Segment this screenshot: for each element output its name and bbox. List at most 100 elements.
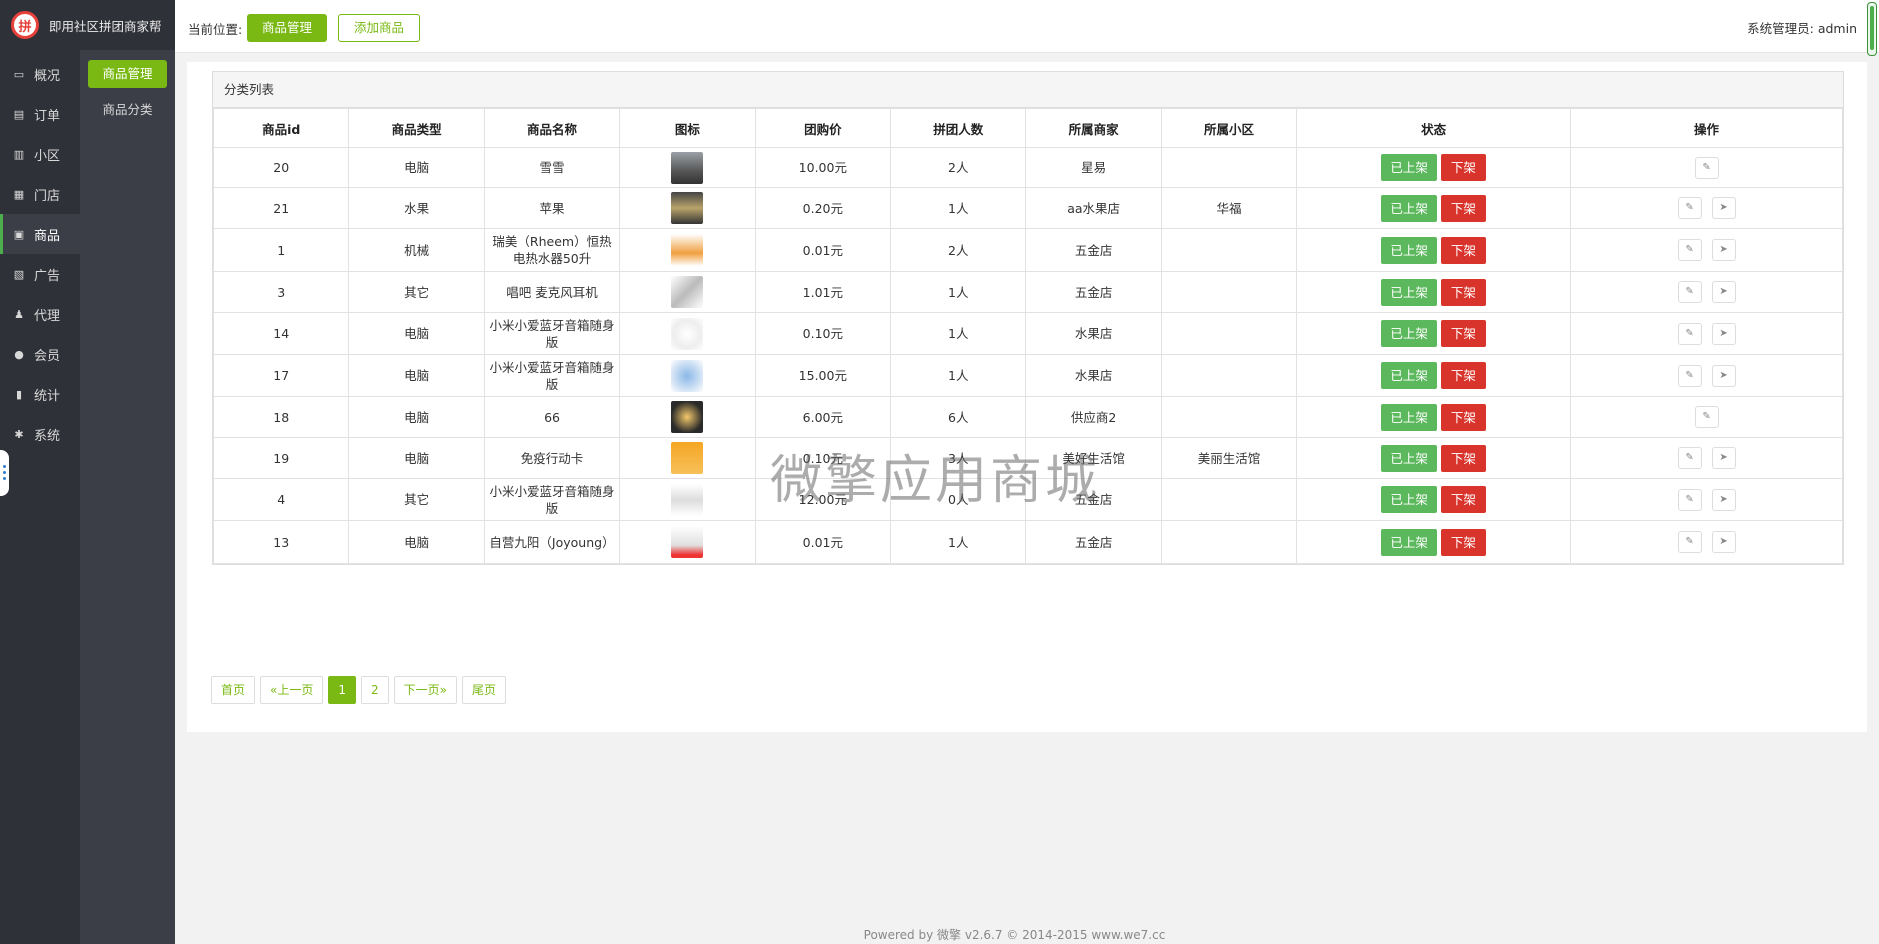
nav-item-5[interactable]: ▧ 广告: [0, 254, 80, 294]
cell-status: 已上架 下架: [1296, 147, 1572, 188]
rocket-icon[interactable]: ➤: [1711, 364, 1736, 387]
edit-icon[interactable]: ✎: [1694, 406, 1719, 428]
rocket-icon[interactable]: ➤: [1711, 239, 1736, 261]
listed-button[interactable]: 已上架: [1381, 528, 1437, 556]
category-list-panel: 分类列表 商品id 商品类型 商品名称 图标 团购价 拼团人数 所属商家 所属小区 状态 操作 2…: [212, 71, 1844, 565]
page-link[interactable]: 2: [361, 676, 389, 704]
edit-icon[interactable]: ✎: [1677, 531, 1702, 553]
cell-icon: [619, 354, 756, 397]
cell-type: 电脑: [348, 437, 485, 479]
rocket-icon[interactable]: ➤: [1711, 197, 1736, 219]
subnav-product-category[interactable]: 商品分类: [88, 96, 167, 124]
cell-community: [1160, 312, 1298, 355]
product-thumbnail: [671, 483, 704, 516]
edit-icon[interactable]: ✎: [1677, 197, 1702, 219]
rocket-icon[interactable]: ➤: [1711, 322, 1736, 345]
nav-item-8[interactable]: ▮ 统计: [0, 374, 80, 414]
table-row: 20 电脑 雪雪 10.00元 2人 星易 已上架 下架 ✎: [212, 147, 1843, 188]
cell-name: 小米小爱蓝牙音箱随身版: [483, 354, 621, 397]
cell-people: 3人: [890, 437, 1027, 479]
unlist-button[interactable]: 下架: [1440, 444, 1486, 472]
add-product-button[interactable]: 添加商品: [338, 14, 420, 42]
edit-icon[interactable]: ✎: [1677, 322, 1702, 345]
page-link[interactable]: 首页: [211, 676, 256, 704]
monitor-icon: ▭: [13, 67, 25, 81]
product-thumbnail: [671, 151, 704, 184]
edit-icon[interactable]: ✎: [1677, 447, 1702, 469]
cell-name: 自营九阳（Joyoung）: [483, 520, 621, 564]
unlist-button[interactable]: 下架: [1440, 278, 1486, 306]
unlist-button[interactable]: 下架: [1440, 362, 1486, 389]
gear-icon: ✱: [14, 427, 24, 441]
page-link[interactable]: 下一页»: [393, 676, 457, 704]
rocket-icon[interactable]: ➤: [1711, 488, 1736, 511]
listed-button[interactable]: 已上架: [1381, 194, 1437, 222]
column-header: 操作: [1570, 108, 1843, 148]
cell-actions: ✎ ➤: [1570, 478, 1843, 521]
nav-item-4[interactable]: ▣ 商品: [0, 214, 80, 254]
edit-icon[interactable]: ✎: [1694, 156, 1719, 179]
topbar: 当前位置: 商品管理 添加商品 系统管理员: admin: [175, 0, 1879, 53]
cell-actions: ✎ ➤: [1570, 312, 1843, 355]
listed-button[interactable]: 已上架: [1381, 403, 1437, 431]
rocket-icon[interactable]: ➤: [1711, 447, 1736, 469]
unlist-button[interactable]: 下架: [1440, 194, 1486, 222]
cell-merchant: 供应商2: [1025, 396, 1162, 438]
brand[interactable]: 拼 即用社区拼团商家帮: [0, 0, 175, 50]
cell-status: 已上架 下架: [1296, 271, 1572, 313]
nav-item-label: 代理: [34, 308, 61, 324]
nav-item-label: 门店: [34, 188, 61, 204]
cell-people: 1人: [890, 520, 1027, 564]
unlist-button[interactable]: 下架: [1440, 320, 1486, 347]
main-nav: ▭ 概况 ▤ 订单 ▥ 小区 ▦ 门店 ▣ 商品 ▧ 广告 ♟ 代理 ● 会员 ▮ 统计 ✱ 系统: [0, 54, 80, 454]
unlist-button[interactable]: 下架: [1440, 403, 1486, 431]
listed-button[interactable]: 已上架: [1381, 362, 1437, 389]
unlist-button[interactable]: 下架: [1440, 486, 1486, 513]
admin-user[interactable]: 系统管理员: admin: [1747, 18, 1857, 37]
listed-button[interactable]: 已上架: [1381, 320, 1437, 347]
page-link[interactable]: 1: [328, 676, 356, 704]
page-link[interactable]: «上一页: [260, 676, 324, 704]
listed-button[interactable]: 已上架: [1381, 486, 1437, 513]
edit-icon[interactable]: ✎: [1677, 281, 1702, 303]
nav-item-9[interactable]: ✱ 系统: [0, 414, 80, 454]
unlist-button[interactable]: 下架: [1440, 236, 1486, 264]
subnav-product-manage[interactable]: 商品管理: [88, 60, 167, 88]
listed-button[interactable]: 已上架: [1381, 278, 1437, 306]
nav-item-1[interactable]: ▤ 订单: [0, 94, 80, 134]
listed-button[interactable]: 已上架: [1381, 154, 1437, 181]
table-row: 1 机械 瑞美（Rheem）恒热电热水器50升 0.01元 2人 五金店 已上架 下架 ✎ ➤: [212, 228, 1843, 272]
side-drawer-handle[interactable]: [0, 450, 9, 496]
product-manage-button[interactable]: 商品管理: [247, 14, 327, 42]
cell-status: 已上架 下架: [1296, 228, 1572, 272]
edit-icon[interactable]: ✎: [1677, 239, 1702, 261]
edit-icon[interactable]: ✎: [1677, 364, 1702, 387]
footer: Powered by 微擎 v2.6.7 © 2014-2015 www.we7…: [863, 928, 1166, 942]
edit-icon[interactable]: ✎: [1677, 488, 1702, 511]
listed-button[interactable]: 已上架: [1381, 236, 1437, 264]
cell-icon: [619, 271, 756, 313]
nav-item-0[interactable]: ▭ 概况: [0, 54, 80, 94]
rocket-icon[interactable]: ➤: [1711, 531, 1736, 553]
rocket-icon[interactable]: ➤: [1711, 281, 1736, 303]
unlist-button[interactable]: 下架: [1440, 528, 1486, 556]
cell-name: 瑞美（Rheem）恒热电热水器50升: [483, 228, 621, 272]
cell-merchant: 五金店: [1025, 228, 1162, 272]
nav-item-label: 统计: [34, 388, 61, 404]
cell-icon: [619, 312, 756, 355]
nav-item-label: 系统: [34, 428, 61, 444]
listed-button[interactable]: 已上架: [1381, 444, 1437, 472]
column-header: 拼团人数: [890, 108, 1027, 148]
nav-item-3[interactable]: ▦ 门店: [0, 174, 80, 214]
table-row: 19 电脑 免疫行动卡 0.10元 3人 美好生活馆 美丽生活馆 已上架 下架 ✎ ➤: [212, 437, 1843, 479]
table-row: 14 电脑 小米小爱蓝牙音箱随身版 0.10元 1人 水果店 已上架 下架 ✎ ➤: [212, 312, 1843, 355]
cell-merchant: 美好生活馆: [1025, 437, 1162, 479]
unlist-button[interactable]: 下架: [1440, 154, 1486, 181]
cell-type: 水果: [348, 187, 485, 229]
page-link[interactable]: 尾页: [461, 676, 506, 704]
nav-item-7[interactable]: ● 会员: [0, 334, 80, 374]
cell-community: [1160, 520, 1298, 564]
nav-item-2[interactable]: ▥ 小区: [0, 134, 80, 174]
page-scrollbar[interactable]: [1867, 2, 1877, 56]
nav-item-6[interactable]: ♟ 代理: [0, 294, 80, 334]
